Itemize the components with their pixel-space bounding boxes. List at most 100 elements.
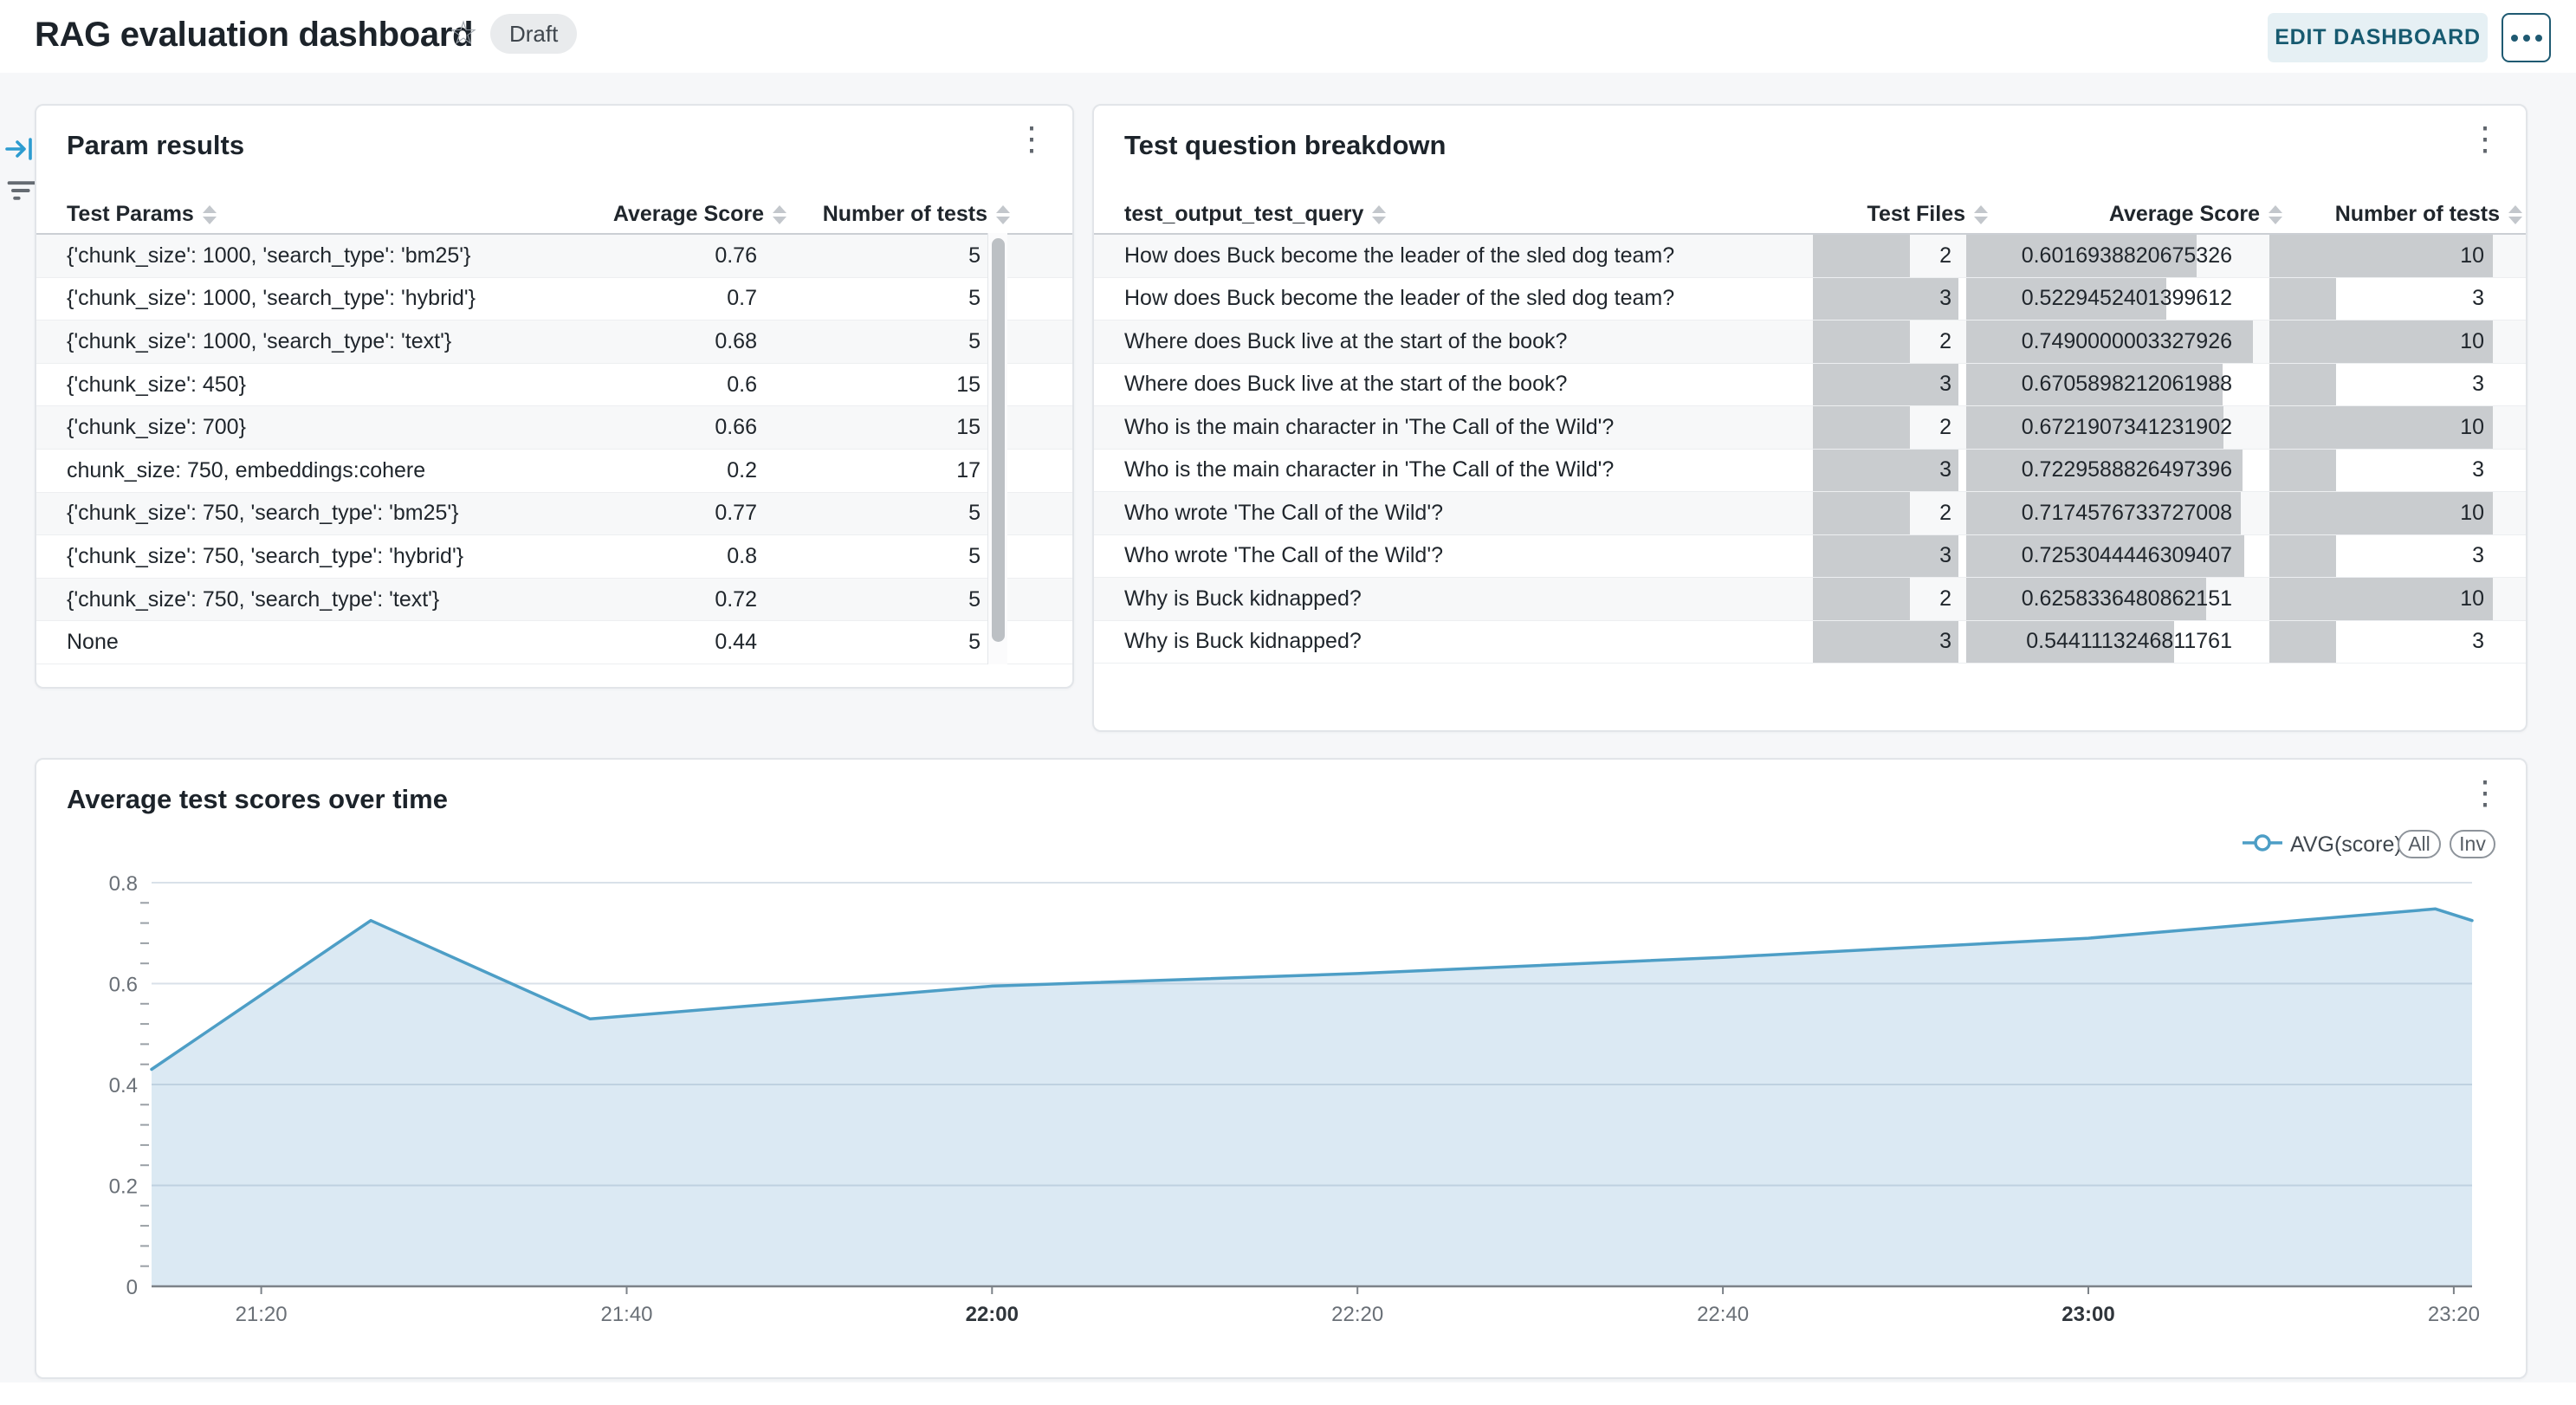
- bar-cell: 0.6721907341231902: [1966, 406, 2253, 449]
- y-axis-label: 0.8: [109, 872, 138, 896]
- table-cell: 5: [643, 579, 981, 621]
- table-row: {'chunk_size': 1000, 'search_type': 'hyb…: [36, 278, 1072, 321]
- cell-value: 2: [1939, 578, 1951, 620]
- y-axis-label: 0.2: [109, 1175, 138, 1199]
- cell-value: 3: [2472, 535, 2484, 578]
- data-bar: [2269, 450, 2336, 492]
- kebab-menu-icon[interactable]: ⋮: [2469, 123, 2502, 156]
- param-table-header: Test ParamsAverage ScoreNumber of tests: [36, 196, 1072, 233]
- query-cell: Who wrote 'The Call of the Wild'?: [1124, 535, 1443, 578]
- query-cell: Who is the main character in 'The Call o…: [1124, 406, 1614, 449]
- page-title: RAG evaluation dashboard: [35, 16, 473, 55]
- column-header[interactable]: test_output_test_query: [1124, 196, 1386, 233]
- table-row: Why is Buck kidnapped? 2 0.625833648086215…: [1094, 578, 2526, 621]
- table-cell: 15: [643, 406, 981, 449]
- table-row: None0.445: [36, 621, 1072, 664]
- collapse-panel-icon[interactable]: [3, 132, 38, 171]
- favorite-star-icon[interactable]: ☆: [449, 17, 478, 50]
- bar-cell: 3: [1813, 278, 1958, 320]
- query-cell: Who wrote 'The Call of the Wild'?: [1124, 492, 1443, 534]
- scrollbar-track[interactable]: [987, 233, 1007, 664]
- cell-value: 0.5441113246811761: [2026, 621, 2232, 664]
- cell-value: 0.6016938820675326: [2022, 235, 2232, 277]
- cell-value: 10: [2460, 492, 2484, 534]
- cell-value: 0.7174576733727008: [2022, 492, 2232, 534]
- bar-cell: 0.6258336480862151: [1966, 578, 2253, 620]
- column-header[interactable]: Number of tests: [643, 196, 1010, 233]
- column-header-label: Test Params: [67, 202, 194, 227]
- table-cell: 5: [643, 493, 981, 535]
- table-row: Who wrote 'The Call of the Wild'? 3 0.7253…: [1094, 535, 2526, 579]
- cell-value: 3: [1939, 364, 1951, 406]
- table-cell: 5: [643, 621, 981, 664]
- table-row: Where does Buck live at the start of the…: [1094, 320, 2526, 364]
- line-chart-plot[interactable]: 00.20.40.60.821:2021:4022:0022:2022:4023…: [36, 760, 2526, 1377]
- x-axis-label: 22:40: [1697, 1303, 1749, 1326]
- table-row: {'chunk_size': 450}0.615: [36, 364, 1072, 407]
- dashboard-page: RAG evaluation dashboard ☆ Draft EDIT DA…: [0, 0, 2576, 1405]
- bar-cell: 3: [2269, 364, 2493, 406]
- table-cell: 17: [643, 450, 981, 492]
- data-bar: [1813, 364, 1958, 406]
- bar-cell: 3: [1813, 535, 1958, 578]
- bar-cell: 0.7490000003327926: [1966, 320, 2253, 363]
- column-header[interactable]: Test Files: [1813, 196, 1988, 233]
- bar-cell: 10: [2269, 578, 2493, 620]
- table-cell: 5: [643, 235, 981, 277]
- bar-cell: 0.7174576733727008: [1966, 492, 2253, 534]
- scrollbar-thumb[interactable]: [992, 238, 1005, 642]
- bar-cell: 3: [2269, 535, 2493, 578]
- table-row: Why is Buck kidnapped? 3 0.544111324681176…: [1094, 621, 2526, 664]
- cell-value: 0.6258336480862151: [2022, 578, 2232, 620]
- cell-value: 0.7253044446309407: [2022, 535, 2232, 578]
- cell-value: 0.5229452401399612: [2022, 278, 2232, 320]
- column-header-label: Number of tests: [823, 202, 987, 227]
- bar-cell: 3: [1813, 450, 1958, 492]
- table-row: Where does Buck live at the start of the…: [1094, 364, 2526, 407]
- edit-dashboard-button[interactable]: EDIT DASHBOARD: [2268, 13, 2488, 62]
- query-cell: Where does Buck live at the start of the…: [1124, 320, 1567, 363]
- cell-value: 2: [1939, 235, 1951, 277]
- table-cell: 15: [643, 364, 981, 406]
- bar-cell: 3: [2269, 278, 2493, 320]
- bar-cell: 3: [2269, 450, 2493, 492]
- more-options-button[interactable]: [2502, 13, 2551, 62]
- query-cell: Why is Buck kidnapped?: [1124, 621, 1362, 664]
- data-bar: [2269, 278, 2336, 320]
- query-cell: Who is the main character in 'The Call o…: [1124, 450, 1614, 492]
- bar-cell: 2: [1813, 406, 1958, 449]
- card-title: Test question breakdown: [1124, 130, 1446, 161]
- question-table-body: How does Buck become the leader of the s…: [1094, 233, 2526, 664]
- bar-cell: 3: [1813, 364, 1958, 406]
- data-bar: [2269, 535, 2336, 578]
- cell-value: 3: [1939, 450, 1951, 492]
- column-header[interactable]: Number of tests: [2269, 196, 2522, 233]
- table-row: {'chunk_size': 700}0.6615: [36, 406, 1072, 450]
- bar-cell: 0.6016938820675326: [1966, 235, 2253, 277]
- bar-cell: 0.6705898212061988: [1966, 364, 2253, 406]
- sort-icon: [2508, 205, 2522, 224]
- column-header-label: Test Files: [1867, 202, 1965, 227]
- cell-value: 0.6721907341231902: [2022, 406, 2232, 449]
- question-table-header: test_output_test_query Test FilesAverage …: [1094, 196, 2526, 233]
- bar-cell: 10: [2269, 320, 2493, 363]
- data-bar: [1813, 621, 1958, 664]
- data-bar: [1813, 320, 1910, 363]
- kebab-menu-icon[interactable]: ⋮: [1015, 123, 1048, 156]
- query-cell: How does Buck become the leader of the s…: [1124, 278, 1674, 320]
- bar-cell: 3: [1813, 621, 1958, 664]
- cell-value: 0.6705898212061988: [2022, 364, 2232, 406]
- sort-icon: [996, 205, 1010, 224]
- table-row: {'chunk_size': 750, 'search_type': 'bm25…: [36, 493, 1072, 536]
- cell-value: 10: [2460, 320, 2484, 363]
- x-axis-label: 21:40: [600, 1303, 652, 1326]
- cell-value: 3: [2472, 621, 2484, 664]
- table-cell: 5: [643, 535, 981, 578]
- column-header[interactable]: Average Score: [1966, 196, 2282, 233]
- column-header-label: test_output_test_query: [1124, 202, 1363, 227]
- cell-value: 0.7229588826497396: [2022, 450, 2232, 492]
- x-axis-label: 22:20: [1331, 1303, 1383, 1326]
- query-cell: Why is Buck kidnapped?: [1124, 578, 1362, 620]
- bar-cell: 10: [2269, 235, 2493, 277]
- y-axis-label: 0: [126, 1276, 138, 1299]
